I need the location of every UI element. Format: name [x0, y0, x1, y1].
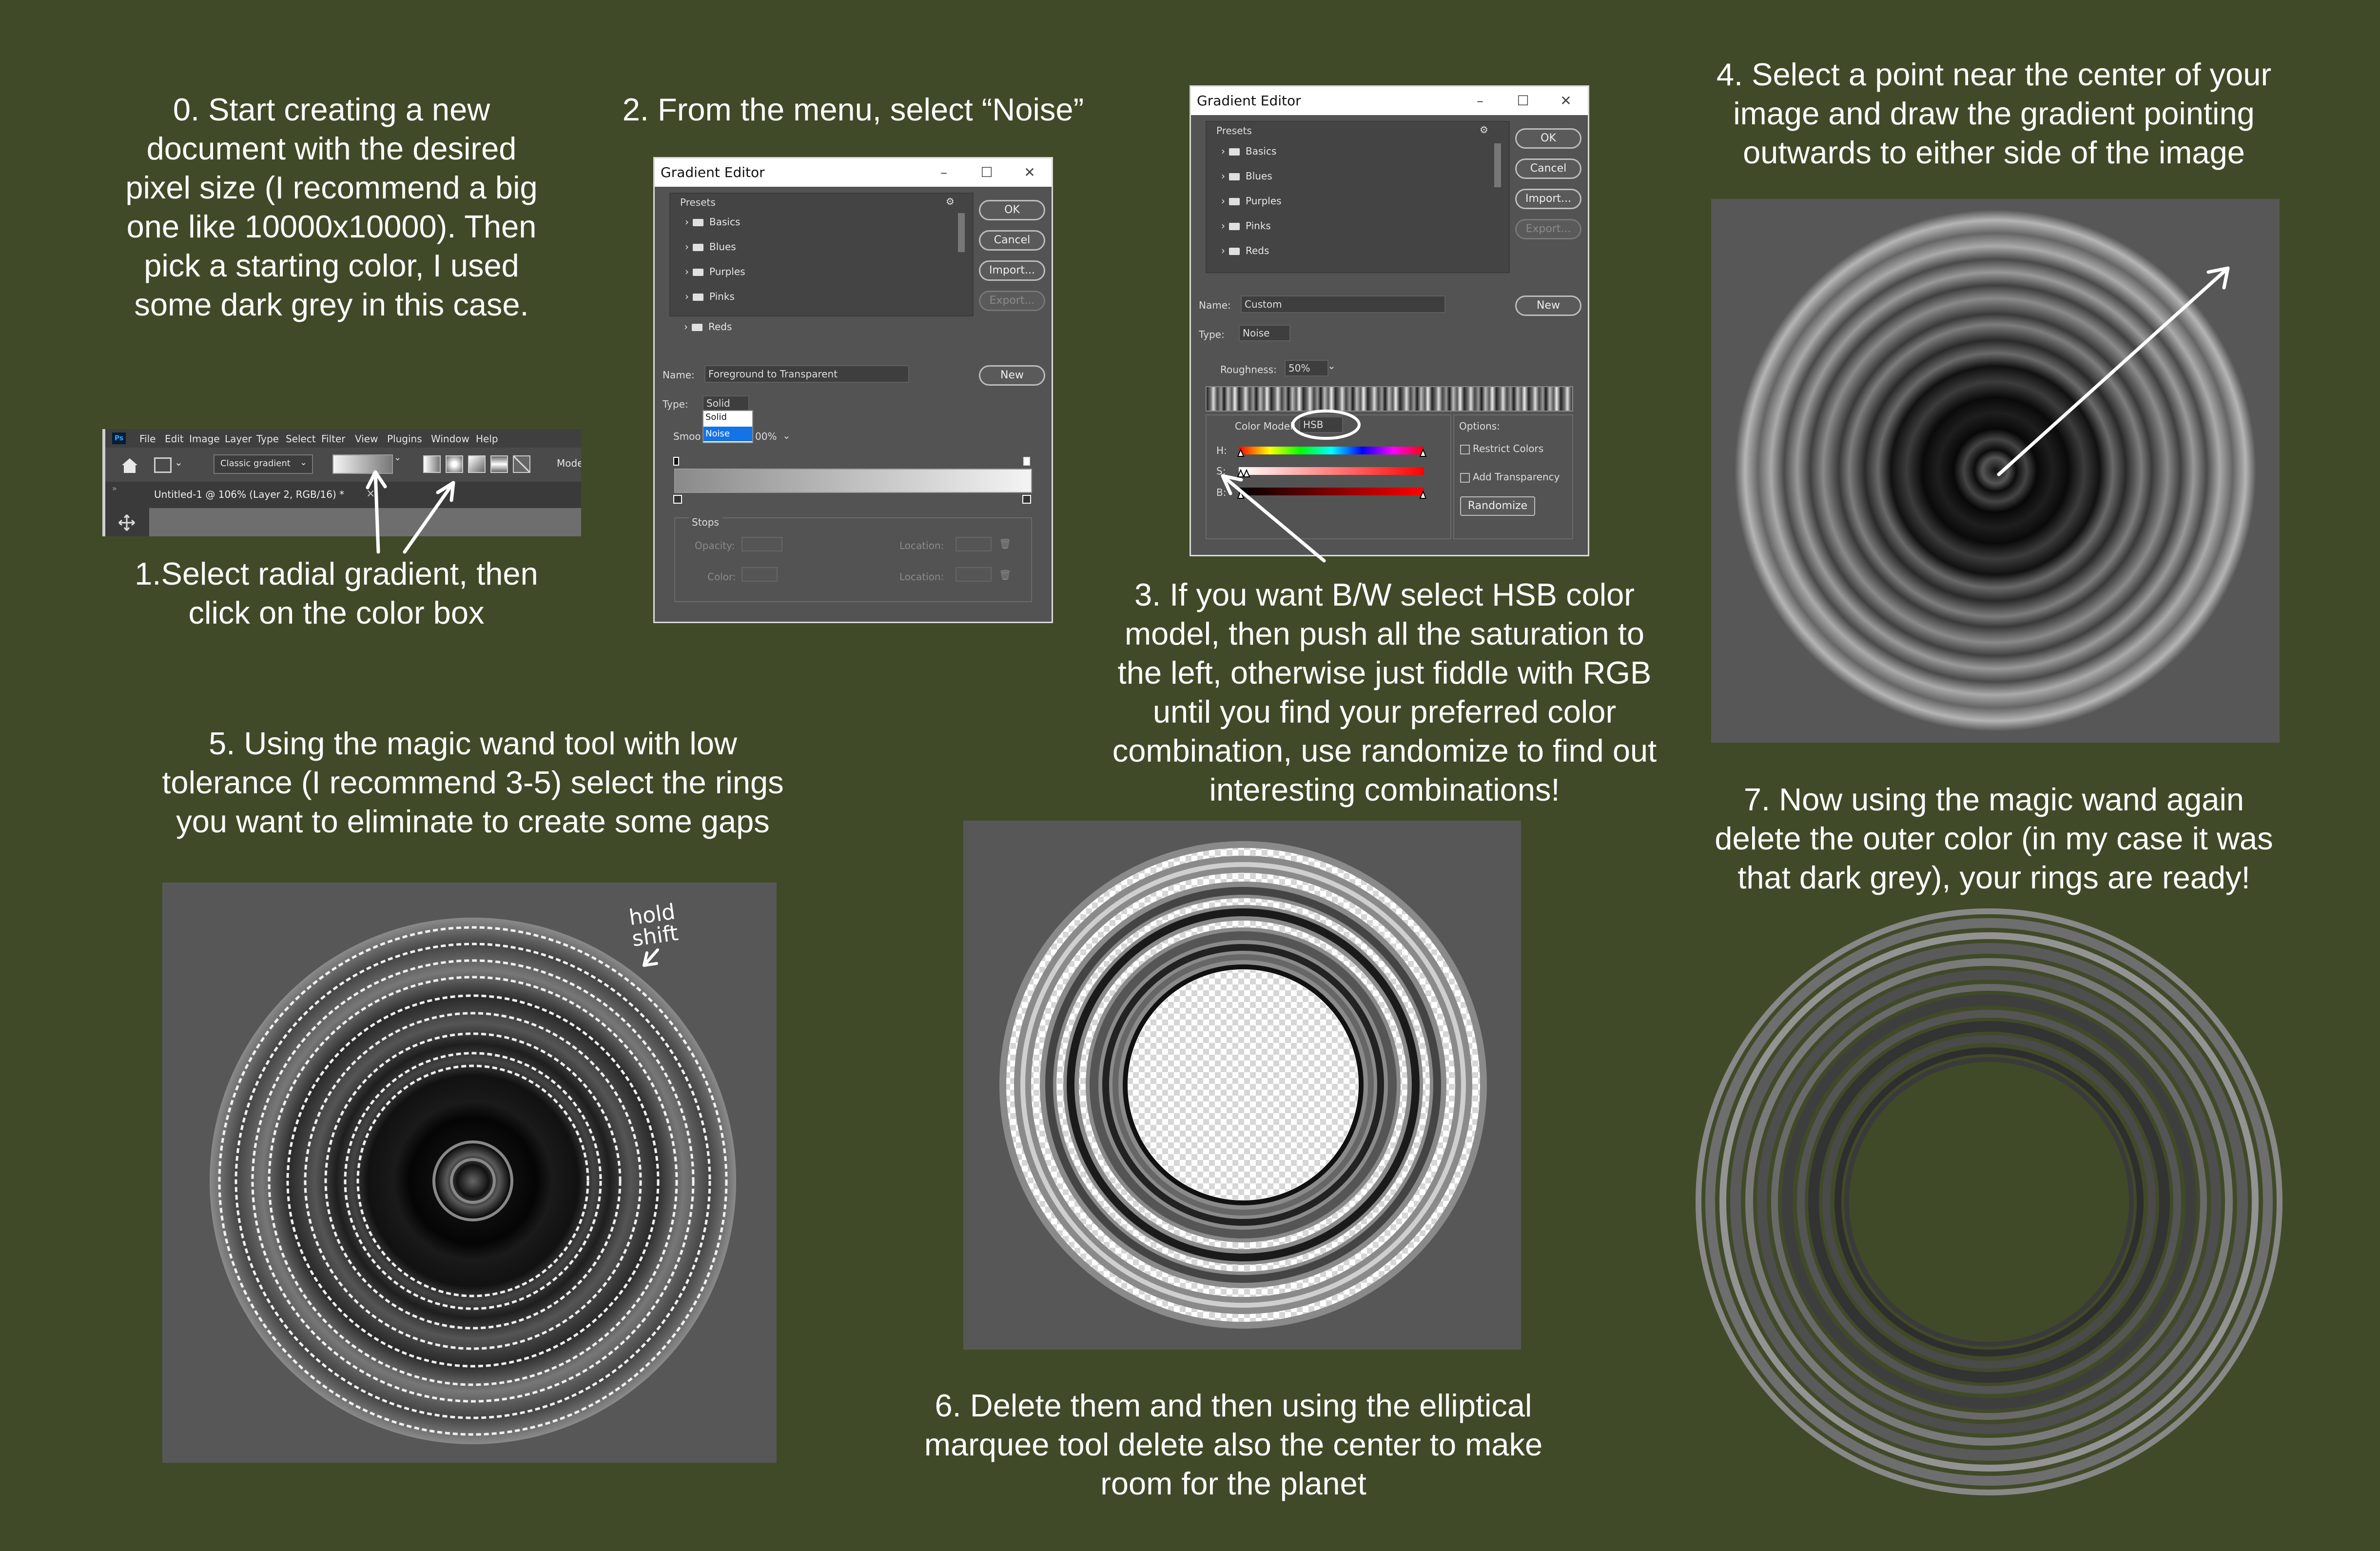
step6-gaps-canvas — [963, 821, 1521, 1350]
step4-gradient-canvas — [1711, 199, 2280, 743]
final-rings-graphic — [1696, 908, 2282, 1495]
step7-final-rings — [1692, 904, 2286, 1499]
step5-selection-canvas: hold shift — [162, 883, 777, 1463]
selected-rings — [210, 918, 736, 1444]
rings-with-gaps — [999, 841, 1487, 1329]
radial-noise-gradient — [1735, 210, 2256, 731]
tutorial-canvas: { "captions": { "step0": "0. Start creat… — [0, 0, 2380, 1551]
